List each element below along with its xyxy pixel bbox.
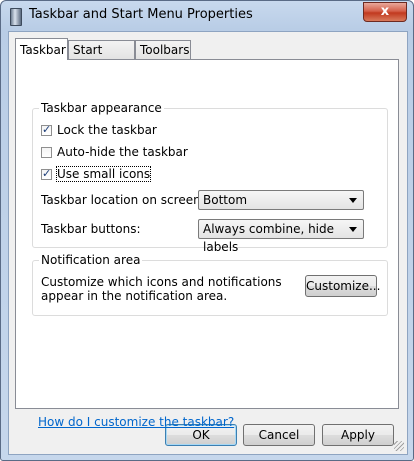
notification-area-group: Notification area Customize which icons …	[32, 253, 388, 316]
small-icons-check-icon[interactable]	[41, 167, 52, 180]
close-button[interactable]: x	[363, 2, 407, 22]
buttons-value: Always combine, hide labels	[203, 222, 335, 254]
cancel-button[interactable]: Cancel	[243, 424, 315, 446]
taskbar-icon	[10, 8, 22, 26]
notification-description: Customize which icons and notifications …	[41, 275, 282, 303]
tab-start-menu[interactable]: Start Menu	[68, 40, 135, 76]
lock-taskbar-checkbox[interactable]: Lock the taskbar	[41, 122, 157, 138]
small-icons-checkbox[interactable]: Use small icons	[41, 166, 152, 182]
location-label: Taskbar location on screen:	[41, 193, 205, 207]
group-label-appearance: Taskbar appearance	[39, 101, 164, 115]
tab-toolbars[interactable]: Toolbars	[135, 40, 191, 59]
location-value: Bottom	[203, 193, 248, 207]
help-link[interactable]: How do I customize the taskbar?	[38, 415, 234, 429]
title-bar[interactable]: Taskbar and Start Menu Properties x	[1, 1, 413, 31]
buttons-dropdown[interactable]: Always combine, hide labels	[198, 219, 364, 254]
buttons-label: Taskbar buttons:	[41, 222, 141, 236]
resize-grip-icon[interactable]	[394, 441, 404, 451]
taskbar-appearance-group: Taskbar appearance Lock the taskbar Auto…	[32, 101, 388, 254]
group-label-notification: Notification area	[39, 253, 143, 267]
window-title: Taskbar and Start Menu Properties	[29, 7, 253, 22]
apply-button[interactable]: Apply	[322, 424, 394, 446]
tab-panel-taskbar: Taskbar appearance Lock the taskbar Auto…	[15, 59, 399, 429]
lock-taskbar-check-icon[interactable]	[41, 123, 52, 136]
small-icons-label: Use small icons	[55, 166, 152, 182]
autohide-check-icon[interactable]	[41, 146, 52, 158]
location-dropdown[interactable]: Bottom	[198, 190, 364, 210]
customize-button[interactable]: Customize...	[305, 275, 380, 297]
autohide-checkbox[interactable]: Auto-hide the taskbar	[41, 144, 188, 160]
chevron-down-icon	[349, 198, 357, 203]
tab-taskbar[interactable]: Taskbar	[15, 38, 68, 60]
lock-taskbar-label: Lock the taskbar	[57, 123, 157, 137]
window-frame: Taskbar and Start Menu Properties x Task…	[0, 0, 414, 461]
autohide-label: Auto-hide the taskbar	[57, 145, 188, 159]
chevron-down-icon	[349, 227, 357, 232]
dialog-body: Taskbar Start Menu Toolbars Taskbar appe…	[8, 31, 408, 455]
